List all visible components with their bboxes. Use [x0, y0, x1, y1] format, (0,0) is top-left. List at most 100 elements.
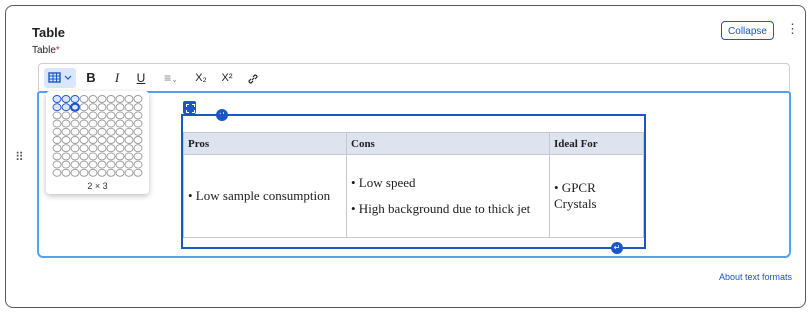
grid-cell[interactable] — [124, 103, 134, 112]
table-cell-cons[interactable]: • Low speed • High background due to thi… — [346, 154, 550, 238]
column-header-cons[interactable]: Cons — [346, 132, 550, 155]
grid-cell[interactable] — [70, 111, 80, 120]
grid-cell[interactable] — [79, 152, 89, 161]
grid-cell[interactable] — [124, 144, 134, 153]
grid-cell[interactable] — [124, 160, 134, 169]
grid-cell[interactable] — [124, 136, 134, 144]
grid-cell[interactable] — [133, 136, 143, 144]
grid-cell[interactable] — [133, 119, 143, 128]
grid-cell[interactable] — [52, 103, 62, 112]
grid-cell[interactable] — [88, 95, 98, 103]
grid-cell[interactable] — [52, 95, 62, 103]
grid-cell[interactable] — [61, 144, 71, 153]
grid-cell[interactable] — [88, 136, 98, 144]
grid-cell[interactable] — [88, 160, 98, 169]
grid-cell[interactable] — [115, 160, 125, 169]
grid-cell[interactable] — [106, 136, 116, 144]
grid-cell[interactable] — [97, 111, 107, 120]
grid-cell[interactable] — [97, 119, 107, 128]
grid-cell[interactable] — [97, 103, 107, 112]
grid-cell[interactable] — [106, 152, 116, 161]
column-header-ideal-for[interactable]: Ideal For — [549, 132, 644, 155]
table-size-grid[interactable] — [46, 91, 149, 181]
table-widget[interactable]: Pros Cons Ideal For • Low sample consump… — [181, 114, 646, 249]
grid-cell[interactable] — [97, 95, 107, 103]
grid-cell[interactable] — [61, 119, 71, 128]
grid-cell[interactable] — [70, 136, 80, 144]
grid-cell[interactable] — [133, 103, 143, 112]
grid-cell[interactable] — [61, 136, 71, 144]
grid-cell[interactable] — [79, 160, 89, 169]
grid-cell[interactable] — [88, 111, 98, 120]
grid-cell[interactable] — [115, 127, 125, 136]
grid-cell[interactable] — [133, 160, 143, 169]
bold-button[interactable]: B — [83, 64, 99, 92]
underline-button[interactable]: U — [133, 64, 149, 92]
more-options-icon[interactable]: ⋮ — [786, 22, 799, 36]
grid-cell[interactable] — [52, 144, 62, 153]
grid-cell[interactable] — [124, 119, 134, 128]
grid-cell[interactable] — [106, 127, 116, 136]
grid-cell[interactable] — [61, 127, 71, 136]
grid-cell[interactable] — [61, 95, 71, 103]
grid-cell[interactable] — [133, 95, 143, 103]
grid-cell[interactable] — [88, 144, 98, 153]
grid-cell[interactable] — [61, 103, 71, 112]
grid-cell[interactable] — [97, 144, 107, 153]
grid-cell[interactable] — [124, 95, 134, 103]
grid-cell[interactable] — [52, 111, 62, 120]
grid-cell[interactable] — [52, 127, 62, 136]
insert-paragraph-after-icon[interactable]: ↵ — [611, 242, 623, 254]
grid-cell[interactable] — [79, 136, 89, 144]
grid-cell[interactable] — [70, 160, 80, 169]
grid-cell[interactable] — [133, 127, 143, 136]
grid-cell[interactable] — [106, 95, 116, 103]
subscript-button[interactable]: X₂ — [191, 64, 211, 92]
grid-cell[interactable] — [88, 119, 98, 128]
grid-cell[interactable] — [115, 136, 125, 144]
grid-cell[interactable] — [52, 152, 62, 161]
about-text-formats-link[interactable]: About text formats — [719, 272, 792, 282]
link-button[interactable] — [243, 64, 263, 92]
grid-cell[interactable] — [61, 160, 71, 169]
grid-cell[interactable] — [79, 111, 89, 120]
grid-cell[interactable] — [106, 119, 116, 128]
table-select-handle-icon[interactable] — [183, 101, 196, 114]
grid-cell[interactable] — [69, 102, 81, 112]
table-size-picker[interactable]: 2 × 3 — [46, 91, 149, 194]
grid-cell[interactable] — [124, 152, 134, 161]
grid-cell[interactable] — [133, 168, 143, 177]
align-dropdown[interactable]: ≡⌄ — [159, 64, 183, 92]
grid-cell[interactable] — [70, 127, 80, 136]
grid-cell[interactable] — [61, 152, 71, 161]
drag-handle-icon[interactable]: ⠿ — [15, 150, 24, 164]
grid-cell[interactable] — [115, 119, 125, 128]
grid-cell[interactable] — [79, 144, 89, 153]
grid-cell[interactable] — [52, 119, 62, 128]
grid-cell[interactable] — [115, 95, 125, 103]
table-cell-ideal-for[interactable]: • GPCR Crystals — [549, 154, 644, 238]
grid-cell[interactable] — [70, 168, 80, 177]
grid-cell[interactable] — [115, 168, 125, 177]
insert-table-button[interactable] — [44, 68, 76, 88]
grid-cell[interactable] — [79, 103, 89, 112]
grid-cell[interactable] — [88, 103, 98, 112]
grid-cell[interactable] — [124, 168, 134, 177]
grid-cell[interactable] — [61, 168, 71, 177]
grid-cell[interactable] — [61, 111, 71, 120]
collapse-button[interactable]: Collapse — [721, 21, 774, 40]
grid-cell[interactable] — [106, 111, 116, 120]
italic-button[interactable]: I — [109, 64, 125, 92]
grid-cell[interactable] — [52, 168, 62, 177]
superscript-button[interactable]: X² — [217, 64, 237, 92]
grid-cell[interactable] — [70, 119, 80, 128]
grid-cell[interactable] — [115, 152, 125, 161]
grid-cell[interactable] — [97, 152, 107, 161]
grid-cell[interactable] — [52, 136, 62, 144]
table-cell-pros[interactable]: • Low sample consumption — [183, 154, 347, 238]
grid-cell[interactable] — [133, 144, 143, 153]
grid-cell[interactable] — [97, 168, 107, 177]
grid-cell[interactable] — [97, 127, 107, 136]
grid-cell[interactable] — [133, 111, 143, 120]
grid-cell[interactable] — [106, 144, 116, 153]
